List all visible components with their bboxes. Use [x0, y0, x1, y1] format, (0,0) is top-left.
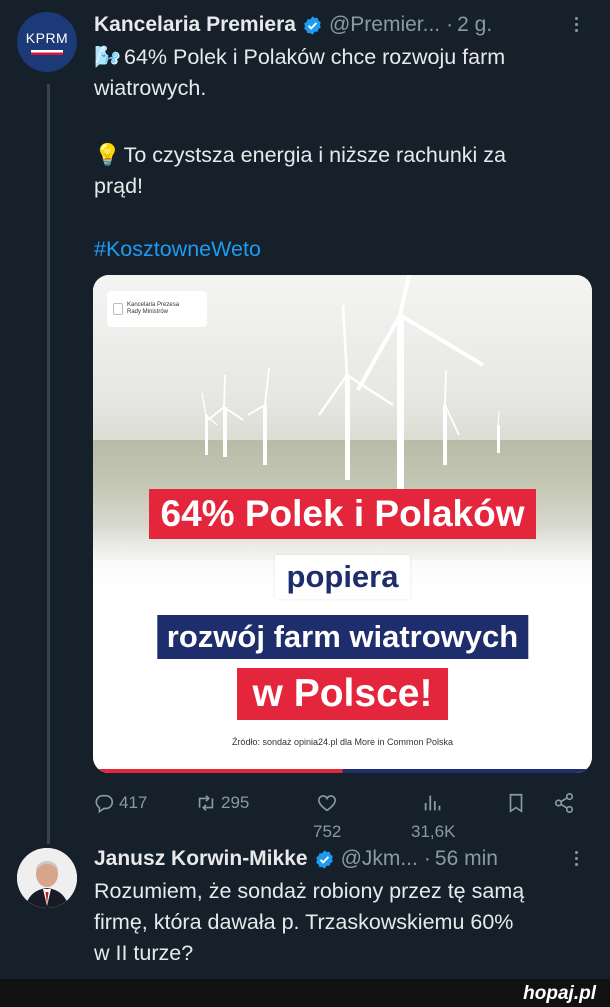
- hashtag-row: #KosztowneWeto: [94, 234, 594, 265]
- tweet-line: Rozumiem, że sondaż robiony przez tę sam…: [94, 879, 525, 903]
- tweet-kprm[interactable]: KPRM Kancelaria Premiera @Premier... · 2…: [0, 0, 610, 844]
- views-chart-icon: [424, 795, 441, 811]
- bookmark-icon: [509, 793, 523, 813]
- tweet-line: 64% Polek i Polaków chce rozwoju farm: [123, 45, 506, 69]
- tweet-media-image[interactable]: Kancelaria Prezesa Rady Ministrów 64% Pol…: [93, 275, 592, 773]
- wind-face-icon: 🌬️: [94, 45, 121, 70]
- watermark: hopaj.pl: [523, 983, 596, 1004]
- timestamp[interactable]: 2 g.: [457, 13, 492, 37]
- banner-verb: popiera: [274, 555, 411, 599]
- logo-text-line: Kancelaria Prezesa: [127, 302, 180, 308]
- tweet-line: prąd!: [94, 174, 144, 198]
- tweet-line: To czystsza energia i niższe rachunki za: [123, 143, 506, 167]
- tweet-header: Janusz Korwin-Mikke @Jkm... · 56 min: [94, 844, 596, 874]
- reply-count: 417: [119, 793, 148, 812]
- more-options-icon[interactable]: [566, 846, 586, 870]
- kprm-logo: Kancelaria Prezesa Rady Ministrów: [107, 291, 207, 327]
- tweet-actions: 417 295 752 31,6K: [93, 790, 593, 842]
- share-button[interactable]: [553, 792, 575, 814]
- tweet-text: 💡 To czystsza energia i niższe rachunki …: [94, 140, 594, 202]
- share-icon: [554, 793, 574, 813]
- banner-location: w Polsce!: [236, 668, 449, 720]
- author-handle[interactable]: @Jkm...: [341, 847, 418, 871]
- tweet-text: 🌬️ 64% Polek i Polaków chce rozwoju farm…: [94, 42, 594, 104]
- timestamp[interactable]: 56 min: [435, 847, 498, 871]
- separator-dot: ·: [446, 13, 454, 36]
- flag-icon: [31, 49, 63, 55]
- lightbulb-icon: 💡: [94, 143, 121, 168]
- tweet-text: Rozumiem, że sondaż robiony przez tę sam…: [94, 876, 594, 969]
- footer-bar: [0, 979, 610, 1007]
- tweet-line: w II turze?: [94, 941, 194, 965]
- banner-subject: rozwój farm wiatrowych: [156, 615, 529, 659]
- hashtag-link[interactable]: #KosztowneWeto: [94, 237, 261, 261]
- author-name[interactable]: Kancelaria Premiera: [94, 13, 296, 37]
- tweet-jkm[interactable]: Janusz Korwin-Mikke @Jkm... · 56 min Roz…: [0, 840, 610, 980]
- source-note: Źródło: sondaż opinia24.pl dla More in C…: [231, 737, 454, 747]
- verified-badge-icon: [304, 15, 321, 35]
- tweet-line: wiatrowych.: [94, 76, 207, 100]
- heart-icon: [318, 795, 337, 812]
- avatar[interactable]: [17, 848, 77, 908]
- reply-button[interactable]: 417: [93, 792, 147, 814]
- author-name[interactable]: Janusz Korwin-Mikke: [94, 847, 308, 871]
- like-count: 752: [313, 822, 342, 841]
- media-bottom-stripe: [93, 769, 592, 773]
- eagle-emblem-icon: [113, 303, 123, 315]
- author-handle[interactable]: @Premier...: [329, 13, 440, 37]
- like-button[interactable]: 752: [313, 792, 341, 842]
- separator-dot: ·: [423, 847, 431, 870]
- views-count: 31,6K: [411, 822, 456, 841]
- reply-icon: [95, 794, 114, 814]
- retweet-count: 295: [221, 793, 250, 812]
- portrait-image: [17, 848, 77, 908]
- tweet-line: firmę, która dawała p. Trzaskowskiemu 60…: [94, 910, 514, 934]
- avatar-text: KPRM: [25, 29, 69, 46]
- views-button[interactable]: 31,6K: [411, 792, 455, 842]
- bookmark-button[interactable]: [505, 792, 527, 814]
- retweet-button[interactable]: 295: [195, 792, 249, 814]
- retweet-icon: [198, 795, 214, 811]
- banner-headline: 64% Polek i Polaków: [148, 489, 537, 539]
- more-options-icon[interactable]: [566, 12, 586, 36]
- logo-text-line: Rady Ministrów: [127, 309, 169, 315]
- avatar[interactable]: KPRM: [17, 12, 77, 72]
- thread-line: [47, 84, 50, 844]
- tweet-header: Kancelaria Premiera @Premier... · 2 g.: [94, 10, 596, 40]
- verified-badge-icon: [315, 849, 333, 869]
